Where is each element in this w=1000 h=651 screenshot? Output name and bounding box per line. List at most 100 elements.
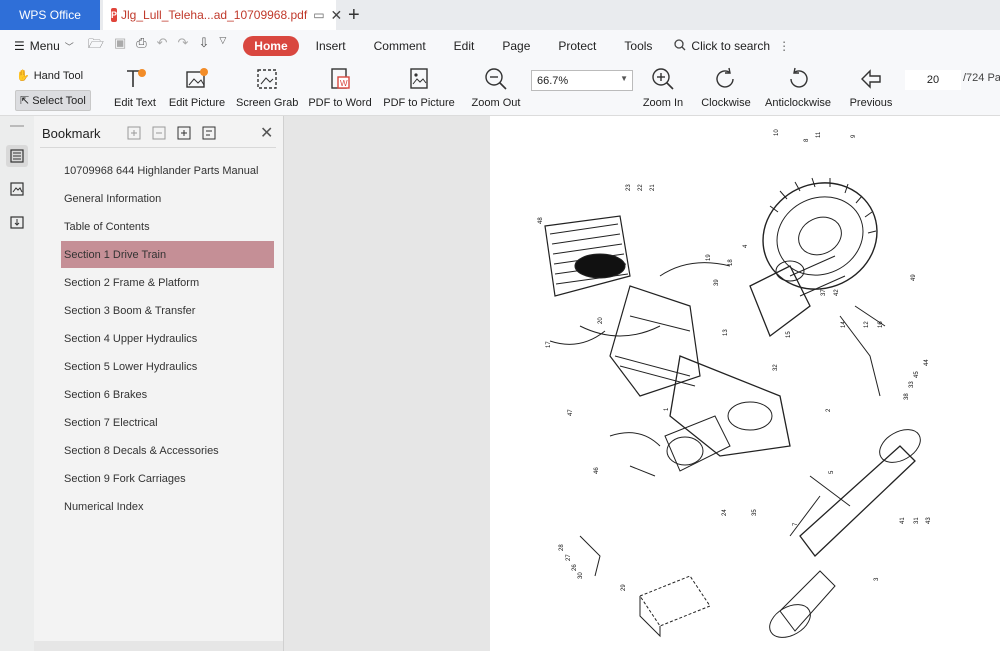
new-tab-icon[interactable]: + — [348, 4, 360, 27]
zoom-select[interactable]: 66.7% ▼ — [531, 70, 633, 91]
expand-all-icon[interactable] — [127, 126, 141, 140]
callout: 17 — [546, 341, 552, 348]
callout: 41 — [900, 517, 906, 524]
edit-picture-button[interactable]: Edit Picture — [167, 66, 227, 109]
callout: 33 — [909, 381, 915, 388]
edit-text-label: Edit Text — [114, 97, 156, 109]
hand-tool-button[interactable]: ✋ Hand Tool — [16, 69, 84, 83]
left-icon-rail — [0, 116, 34, 651]
edit-text-button[interactable]: Edit Text — [113, 66, 157, 109]
callout: 4 — [743, 244, 749, 248]
select-tool-button[interactable]: ⇱ Select Tool — [15, 90, 91, 111]
save-icon[interactable]: ▣ — [114, 35, 126, 57]
chevron-down-icon: ﹀ — [64, 41, 74, 52]
search-icon — [674, 38, 686, 54]
callout: 23 — [626, 184, 632, 191]
callout: 26 — [572, 564, 578, 571]
bookmark-item[interactable]: Section 2 Frame & Platform — [61, 269, 274, 296]
callout: 20 — [598, 317, 604, 324]
tab-insert[interactable]: Insert — [302, 39, 360, 53]
zoom-out-label: Zoom Out — [471, 97, 521, 109]
menu-button[interactable]: ☰ Menu ﹀ — [14, 39, 74, 53]
zoom-in-button[interactable]: Zoom In — [640, 66, 686, 109]
callout: 3 — [874, 577, 880, 581]
tab-home[interactable]: Home — [243, 36, 299, 56]
undo-icon[interactable]: ↶ — [157, 35, 168, 57]
exploded-parts-diagram: 10 9 11 8 23 22 21 48 4 19 18 39 37 42 4… — [538, 129, 932, 638]
hamburger-icon: ☰ — [14, 39, 25, 53]
attachments-icon[interactable] — [6, 211, 28, 233]
pdf-to-picture-label: PDF to Picture — [383, 97, 455, 109]
bookmark-item[interactable]: 10709968 644 Highlander Parts Manual — [61, 157, 274, 184]
bookmark-item[interactable]: Section 7 Electrical — [61, 409, 274, 436]
print-icon[interactable]: ⎙ — [136, 35, 146, 57]
search-box[interactable]: Click to search ⋮ — [674, 38, 790, 54]
more-options-icon[interactable]: ⋮ — [778, 39, 790, 53]
tab-protect[interactable]: Protect — [544, 39, 610, 53]
bookmark-item[interactable]: General Information — [61, 185, 274, 212]
bookmark-options-icon[interactable] — [202, 126, 216, 140]
bookmark-item[interactable]: Section 4 Upper Hydraulics — [61, 325, 274, 352]
edit-picture-icon — [167, 66, 227, 92]
menu-bar: ☰ Menu ﹀ 🗁 ▣ ⎙ ↶ ↷ ⇩ ▽ Home Insert Comme… — [0, 30, 1000, 62]
anticlockwise-button[interactable]: Anticlockwise — [764, 66, 832, 109]
add-bookmark-icon[interactable] — [177, 126, 191, 140]
bookmark-item-selected[interactable]: Section 1 Drive Train — [61, 241, 274, 268]
anticlockwise-label: Anticlockwise — [764, 97, 832, 109]
callout: 38 — [904, 393, 910, 400]
open-folder-icon[interactable]: 🗁 — [88, 35, 104, 57]
screen-grab-button[interactable]: Screen Grab — [236, 66, 298, 109]
cursor-icon: ⇱ — [20, 95, 30, 107]
callout: 32 — [773, 364, 779, 371]
bookmark-panel: Bookmark ✕ 10709968 644 Highlander Parts… — [34, 116, 283, 641]
tab-page[interactable]: Page — [488, 39, 544, 53]
previous-label: Previous — [849, 97, 893, 109]
tab-wps-office[interactable]: WPS Office — [0, 0, 100, 30]
thumbnails-icon[interactable] — [6, 178, 28, 200]
callout: 13 — [723, 329, 729, 336]
previous-page-button[interactable]: Previous — [848, 66, 894, 109]
callout: 30 — [578, 572, 584, 579]
pdf-to-picture-button[interactable]: PDF to Picture — [383, 66, 455, 109]
bookmark-item[interactable]: Section 6 Brakes — [61, 381, 274, 408]
pdf-to-word-icon: W — [307, 66, 373, 92]
bookmark-item[interactable]: Table of Contents — [61, 213, 274, 240]
bookmark-panel-icon[interactable] — [6, 145, 28, 167]
clockwise-button[interactable]: Clockwise — [700, 66, 752, 109]
page-number-input[interactable]: 20 — [905, 70, 961, 90]
more-dropdown-icon[interactable]: ▽ — [219, 35, 226, 57]
callout: 18 — [728, 259, 734, 266]
callout: 2 — [826, 408, 832, 412]
callout: 8 — [804, 138, 810, 142]
bookmark-item[interactable]: Section 8 Decals & Accessories — [61, 437, 274, 464]
rail-handle — [10, 125, 24, 127]
screen-grab-label: Screen Grab — [236, 97, 299, 109]
close-panel-icon[interactable]: ✕ — [260, 123, 273, 143]
pdf-to-word-button[interactable]: W PDF to Word — [307, 66, 373, 109]
pdf-page[interactable]: 10 9 11 8 23 22 21 48 4 19 18 39 37 42 4… — [490, 116, 1000, 651]
tab-edit[interactable]: Edit — [440, 39, 489, 53]
tab-tools[interactable]: Tools — [610, 39, 666, 53]
zoom-out-button[interactable]: Zoom Out — [469, 66, 523, 109]
tab-document[interactable]: P Jlg_Lull_Teleha...ad_10709968.pdf ▭ ✕ — [103, 0, 342, 30]
collapse-all-icon[interactable] — [152, 126, 166, 140]
bookmark-item[interactable]: Section 5 Lower Hydraulics — [61, 353, 274, 380]
tab-comment[interactable]: Comment — [360, 39, 440, 53]
callout: 44 — [924, 359, 930, 366]
monitor-icon[interactable]: ▭ — [313, 8, 324, 22]
bookmark-item[interactable]: Section 3 Boom & Transfer — [61, 297, 274, 324]
search-label: Click to search — [691, 39, 771, 53]
zoom-out-icon — [469, 66, 523, 92]
bookmark-item[interactable]: Numerical Index — [61, 493, 274, 520]
clockwise-label: Clockwise — [701, 97, 751, 109]
page-total: /724 Pag — [963, 72, 1000, 84]
callout: 1 — [664, 407, 670, 411]
close-tab-icon[interactable]: ✕ — [331, 7, 343, 24]
callout: 16 — [878, 321, 884, 328]
bookmark-item[interactable]: Section 9 Fork Carriages — [61, 465, 274, 492]
edit-text-icon — [113, 66, 157, 92]
export-icon[interactable]: ⇩ — [198, 35, 209, 57]
pdf-to-word-label: PDF to Word — [308, 97, 372, 109]
redo-icon[interactable]: ↷ — [178, 35, 189, 57]
hand-tool-label: Hand Tool — [33, 69, 84, 82]
